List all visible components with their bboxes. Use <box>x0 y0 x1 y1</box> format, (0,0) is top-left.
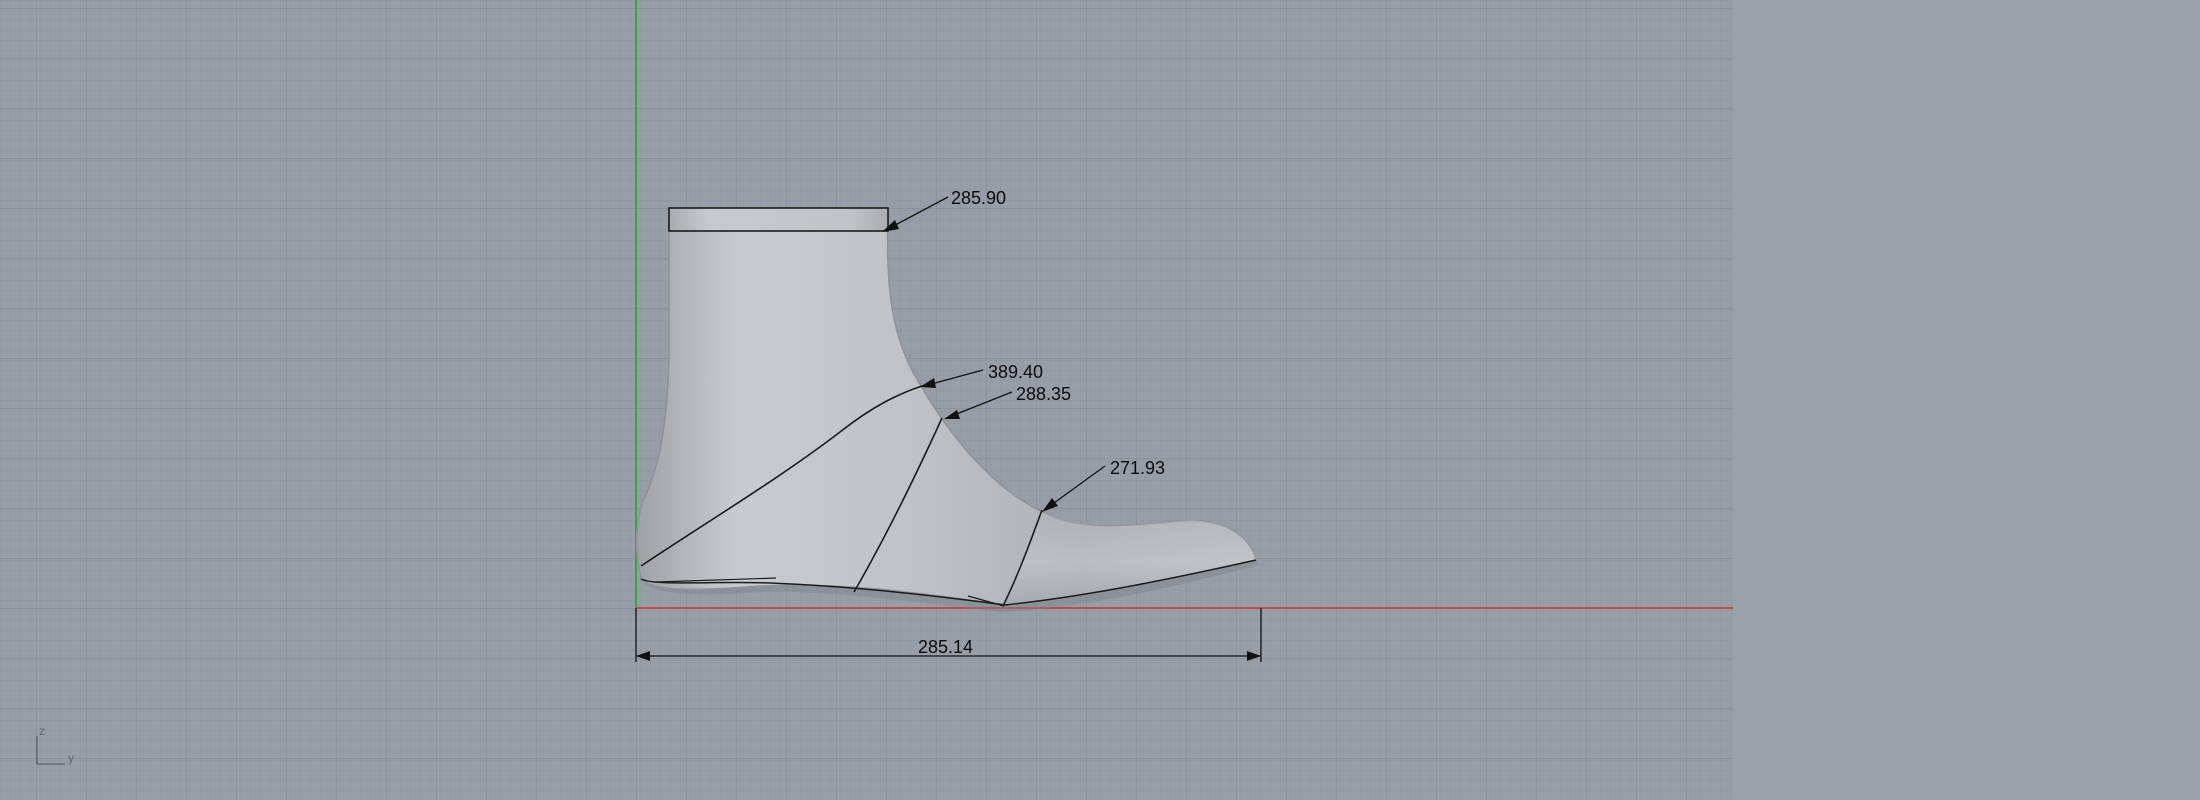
gizmo-y-label: y <box>68 751 74 765</box>
dimension-label: 271.93 <box>1110 458 1165 478</box>
right-viewport[interactable]: 285.90 389.40 288.35 271.93 285.14 z y <box>0 0 1733 800</box>
dimension-label: 389.40 <box>988 362 1043 382</box>
empty-side-panel <box>1733 0 2200 800</box>
dimension-label: 288.35 <box>1016 384 1071 404</box>
viewport-scene[interactable]: 285.90 389.40 288.35 271.93 285.14 z y <box>0 0 1733 800</box>
gizmo-z-label: z <box>39 724 45 738</box>
dimension-label: 285.90 <box>951 188 1006 208</box>
dimension-label: 285.14 <box>918 637 973 657</box>
boot-shaft-band <box>668 207 889 232</box>
